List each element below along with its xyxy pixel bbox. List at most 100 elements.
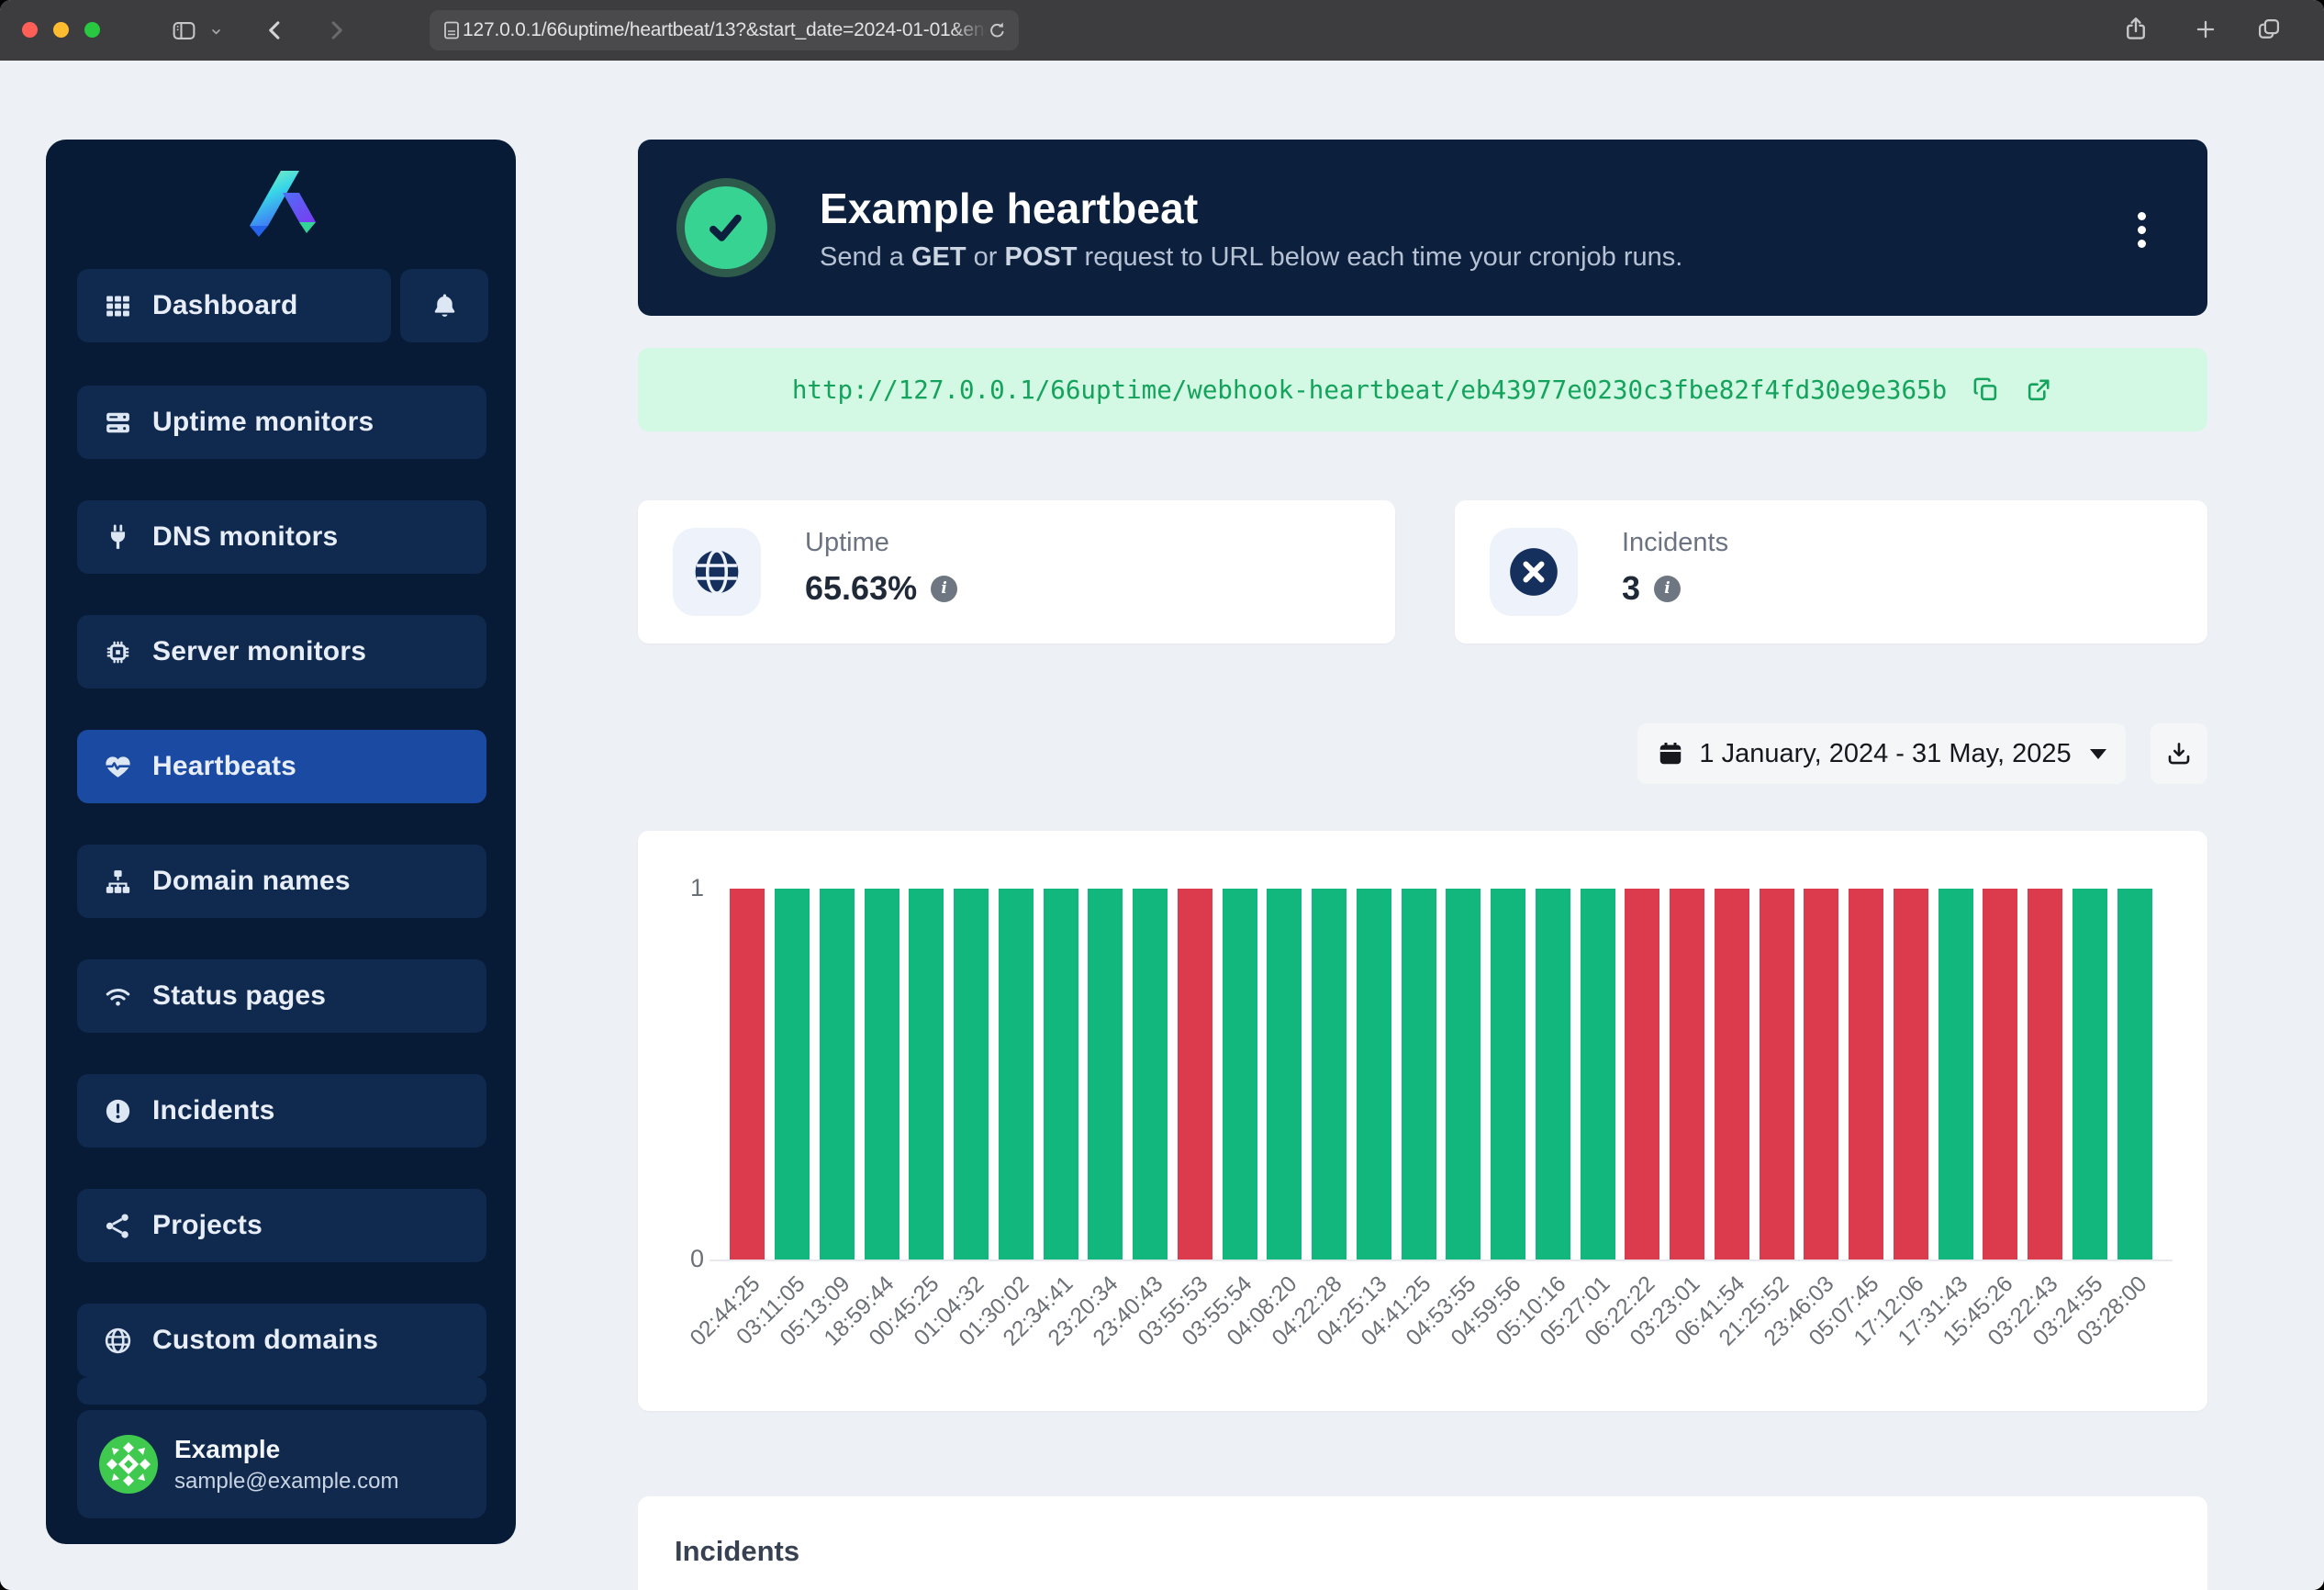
chart-bar[interactable] [1670,889,1704,1260]
forward-button[interactable] [323,17,349,43]
stat-label: Uptime [805,528,957,558]
chart-bar[interactable] [1491,889,1525,1260]
chart-bar[interactable] [1357,889,1391,1260]
sidebar-item-dns-monitors[interactable]: DNS monitors [77,500,486,574]
microchip-icon [103,637,133,667]
chevron-down-icon[interactable] [209,25,223,39]
page-title: Example heartbeat [820,184,1682,233]
incidents-stat-card: Incidents 3 i [1455,500,2207,644]
page-settings-icon[interactable] [441,19,463,41]
chart-plot-area [725,889,2157,1260]
chart-bar[interactable] [2028,889,2062,1260]
zoom-window-button[interactable] [84,22,100,38]
external-link-icon[interactable] [2025,375,2053,404]
stat-label: Incidents [1622,528,1728,558]
sidebar-item-label: Custom domains [152,1325,378,1356]
heart-pulse-icon [103,752,133,782]
plug-icon [103,522,133,553]
url-text: 127.0.0.1/66uptime/heartbeat/13?&start_d… [463,19,987,41]
browser-chrome: 127.0.0.1/66uptime/heartbeat/13?&start_d… [0,0,2324,62]
user-name: Example [174,1435,398,1464]
chart-bar[interactable] [1178,889,1212,1260]
info-icon[interactable]: i [1654,576,1681,602]
uptime-stat-card: Uptime 65.63% i [638,500,1395,644]
sidebar-item-label: Server monitors [152,636,366,667]
chart-bar[interactable] [1402,889,1436,1260]
chart-bar[interactable] [1760,889,1794,1260]
sidebar-item-label: Projects [152,1210,263,1241]
status-check-icon [676,178,776,277]
chart-bar[interactable] [865,889,899,1260]
chart-bar[interactable] [1536,889,1570,1260]
sidebar-item-label: Heartbeats [152,751,296,782]
sidebar-item-heartbeats[interactable]: Heartbeats [77,730,486,803]
chart-bar[interactable] [1939,889,1973,1260]
sidebar-item-server-monitors[interactable]: Server monitors [77,615,486,689]
sidebar-item-projects[interactable]: Projects [77,1189,486,1262]
incidents-section: Incidents [638,1496,2207,1590]
sidebar-item-dashboard[interactable]: Dashboard [77,269,391,342]
chart-bar[interactable] [999,889,1034,1260]
caret-down-icon [2090,749,2106,759]
chart-bar[interactable] [909,889,944,1260]
app-logo[interactable] [235,162,327,244]
chart-bar[interactable] [1581,889,1615,1260]
chart-bar[interactable] [1133,889,1168,1260]
stat-value: 65.63% [805,569,917,608]
chart-bar[interactable] [1625,889,1659,1260]
chart-bar[interactable] [1715,889,1749,1260]
minimize-window-button[interactable] [53,22,69,38]
sidebar-item-custom-domains[interactable]: Custom domains [77,1304,486,1377]
user-profile[interactable]: Example sample@example.com [77,1410,486,1518]
globe-icon [103,1326,133,1356]
incidents-heading: Incidents [675,1535,799,1568]
chart-bar[interactable] [730,889,765,1260]
sidebar-item-label: DNS monitors [152,521,338,553]
chart-bar[interactable] [1983,889,2017,1260]
address-bar[interactable]: 127.0.0.1/66uptime/heartbeat/13?&start_d… [430,10,1019,50]
close-window-button[interactable] [22,22,38,38]
tab-overview-icon[interactable] [2256,17,2282,42]
y-axis-tick: 1 [671,874,704,902]
chart-bar[interactable] [1312,889,1346,1260]
chart-bar[interactable] [1894,889,1928,1260]
chart-bar[interactable] [1223,889,1257,1260]
sidebar-item-label: Incidents [152,1095,275,1126]
chart-bar[interactable] [2117,889,2152,1260]
sidebar-toggle-icon[interactable] [171,17,197,44]
refresh-icon[interactable] [987,20,1008,41]
chart-bar[interactable] [1446,889,1480,1260]
sidebar-item-partial[interactable] [77,1377,486,1405]
sidebar-item-label: Dashboard [152,290,298,321]
back-button[interactable] [263,17,288,43]
sidebar-item-label: Status pages [152,980,326,1012]
chart-bar[interactable] [1804,889,1838,1260]
webhook-url-banner: http://127.0.0.1/66uptime/webhook-heartb… [638,348,2207,431]
x-axis-line [709,1260,2173,1261]
chart-bar[interactable] [775,889,810,1260]
webhook-url[interactable]: http://127.0.0.1/66uptime/webhook-heartb… [792,375,1947,405]
chart-bar[interactable] [1267,889,1302,1260]
info-icon[interactable]: i [931,576,957,602]
copy-icon[interactable] [1972,375,2000,404]
kebab-menu-icon[interactable] [2123,206,2160,253]
new-tab-icon[interactable] [2194,17,2218,41]
sidebar-item-uptime-monitors[interactable]: Uptime monitors [77,386,486,459]
chart-bar[interactable] [1849,889,1883,1260]
avatar [99,1435,158,1494]
heartbeat-chart-card: 1 0 02:44:2503:11:0505:13:0918:59:4400:4… [638,831,2207,1411]
sidebar-item-incidents[interactable]: Incidents [77,1074,486,1148]
date-range-picker[interactable]: 1 January, 2024 - 31 May, 2025 [1637,723,2126,784]
download-button[interactable] [2151,723,2207,784]
chart-bar[interactable] [820,889,855,1260]
sidebar-item-status-pages[interactable]: Status pages [77,959,486,1033]
chart-bar[interactable] [2073,889,2107,1260]
server-icon [103,408,133,438]
circle-xmark-icon [1490,528,1578,616]
share-icon[interactable] [2122,15,2150,43]
chart-bar[interactable] [1088,889,1123,1260]
notifications-button[interactable] [400,269,488,342]
chart-bar[interactable] [954,889,989,1260]
sidebar-item-domain-names[interactable]: Domain names [77,845,486,918]
chart-bar[interactable] [1044,889,1078,1260]
